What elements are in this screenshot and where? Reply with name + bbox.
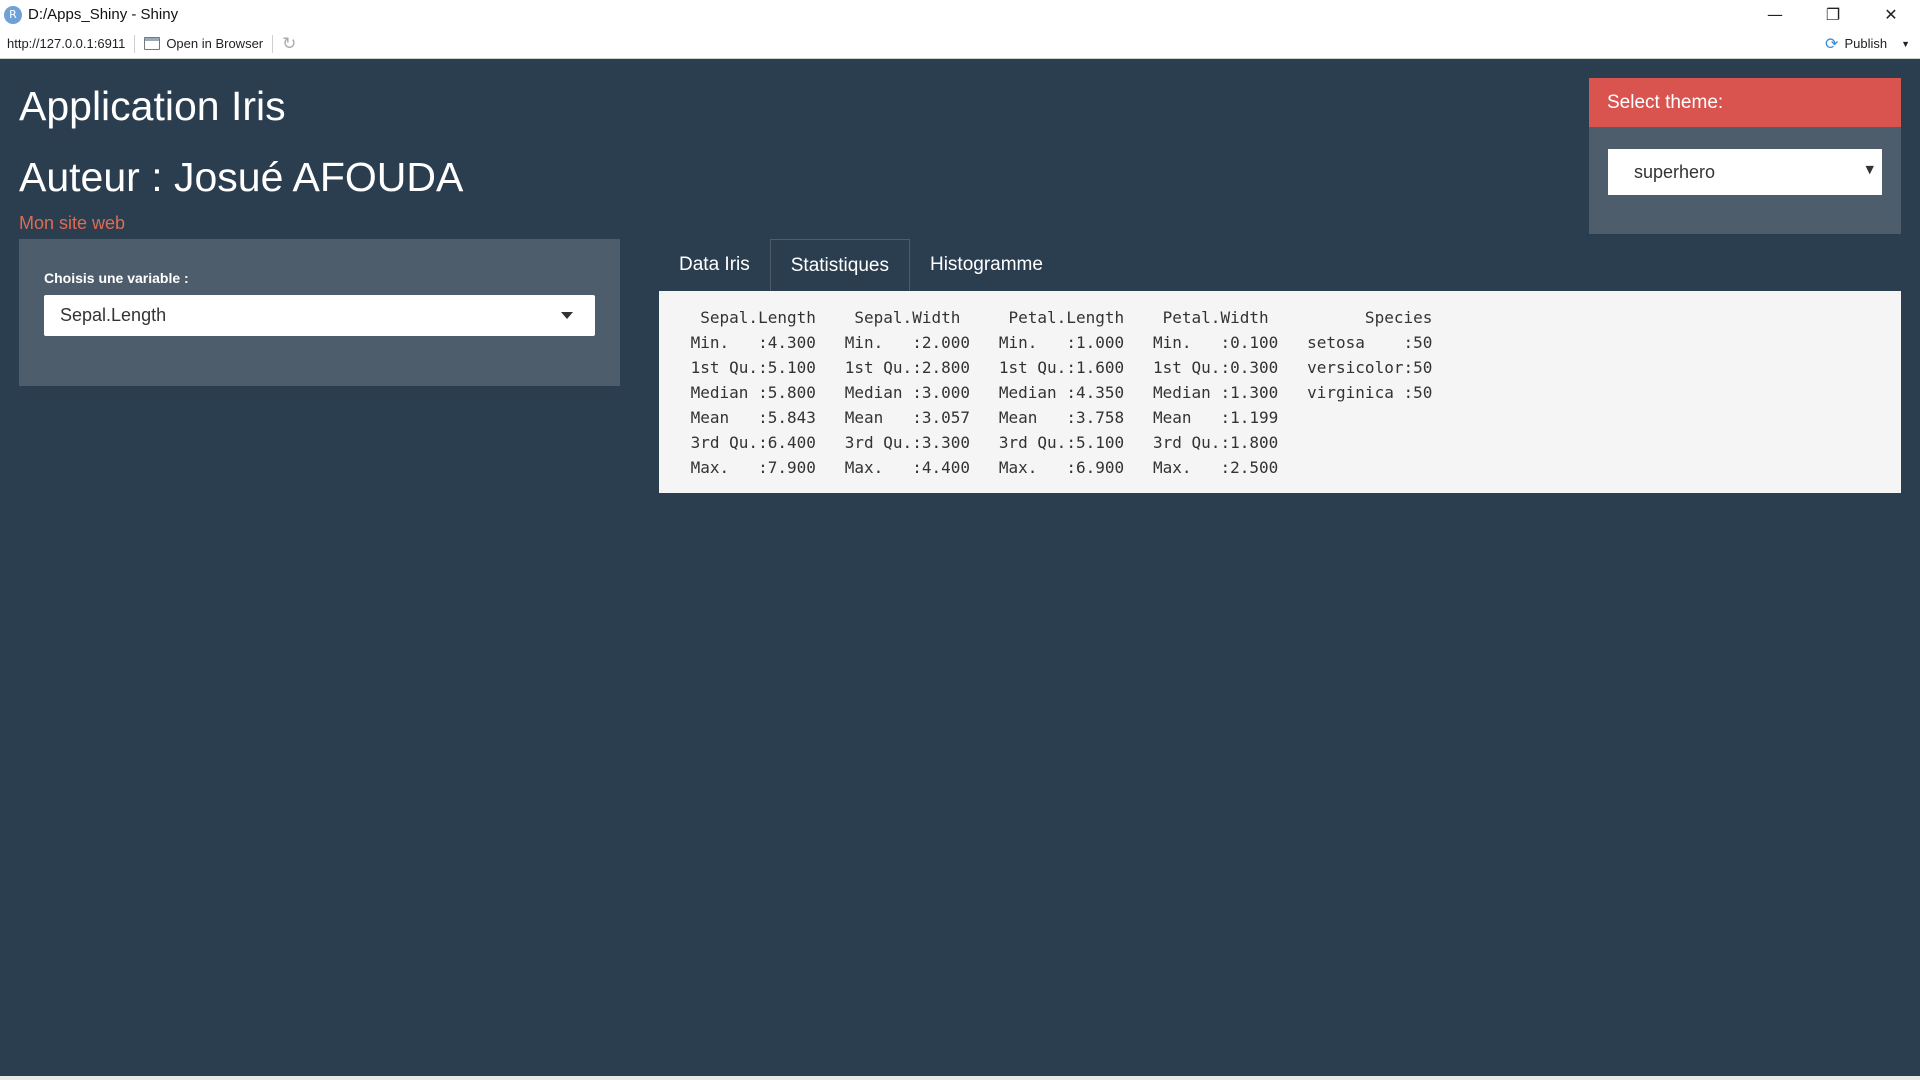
publish-dropdown-icon[interactable]: ▼ (1901, 39, 1910, 49)
publish-label: Publish (1844, 36, 1888, 51)
toolbar-divider (272, 34, 274, 53)
window-titlebar: R D:/Apps_Shiny - Shiny — ❐ ✕ (0, 0, 1920, 29)
open-in-browser-button[interactable]: Open in Browser (144, 36, 263, 51)
minimize-button[interactable]: — (1746, 0, 1804, 29)
publish-icon: ⟳ (1825, 34, 1839, 53)
sidebar-panel: Choisis une variable : Sepal.Length (19, 239, 620, 386)
theme-select[interactable]: superhero ▼ (1608, 149, 1882, 195)
chevron-down-icon (561, 312, 573, 319)
tab-statistiques[interactable]: Statistiques (769, 239, 910, 291)
theme-selector-header: Select theme: (1589, 78, 1901, 127)
browser-window-icon (144, 37, 161, 50)
window-title: D:/Apps_Shiny - Shiny (28, 6, 179, 23)
toolbar-divider (134, 34, 136, 53)
close-button[interactable]: ✕ (1862, 0, 1920, 29)
theme-select-value: superhero (1634, 161, 1716, 182)
window-controls: — ❐ ✕ (1746, 0, 1920, 29)
theme-selector-panel: Select theme: superhero ▼ (1589, 78, 1901, 234)
window-bottom-edge (0, 1076, 1920, 1080)
website-link[interactable]: Mon site web (19, 213, 125, 234)
tabset: Data Iris Statistiques Histogramme (659, 239, 1063, 291)
viewer-toolbar: http://127.0.0.1:6911 Open in Browser ↻ … (0, 29, 1920, 59)
summary-output: Sepal.Length Sepal.Width Petal.Length Pe… (690, 308, 1433, 477)
variable-select-value: Sepal.Length (60, 305, 167, 325)
chevron-down-icon: ▼ (1865, 163, 1874, 176)
statistics-panel: Sepal.Length Sepal.Width Petal.Length Pe… (659, 291, 1901, 493)
page-title: Application Iris (19, 83, 286, 129)
publish-button[interactable]: ⟳ Publish ▼ (1825, 34, 1910, 53)
variable-select[interactable]: Sepal.Length (44, 295, 595, 336)
refresh-icon[interactable]: ↻ (282, 34, 296, 54)
r-app-icon: R (4, 5, 22, 24)
author-heading: Auteur : Josué AFOUDA (19, 154, 464, 200)
variable-select-label: Choisis une variable : (44, 270, 189, 286)
tab-histogramme[interactable]: Histogramme (910, 239, 1063, 291)
open-in-browser-label: Open in Browser (166, 36, 264, 51)
shiny-app: Application Iris Auteur : Josué AFOUDA M… (0, 59, 1920, 1080)
restore-button[interactable]: ❐ (1804, 0, 1862, 29)
tab-data-iris[interactable]: Data Iris (659, 239, 770, 291)
url-display[interactable]: http://127.0.0.1:6911 (7, 36, 125, 51)
